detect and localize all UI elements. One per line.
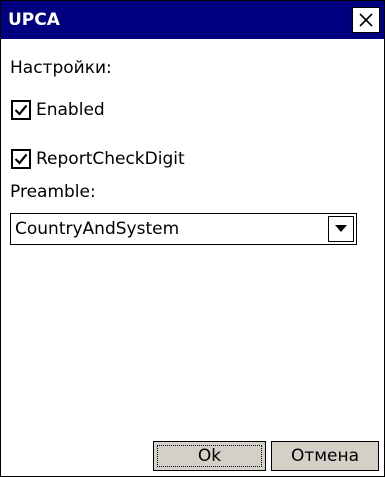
ok-button[interactable]: Ok: [153, 441, 266, 471]
preamble-dropdown[interactable]: CountryAndSystem: [10, 213, 357, 245]
focus-rectangle: [157, 445, 262, 467]
enabled-checkbox[interactable]: [11, 100, 31, 120]
chevron-down-icon: [335, 225, 347, 232]
settings-label: Настройки:: [10, 58, 112, 78]
report-check-digit-checkbox[interactable]: [11, 149, 31, 169]
cancel-button[interactable]: Отмена: [271, 441, 379, 471]
checkmark-icon: [14, 153, 28, 165]
window-title: UPCA: [8, 10, 60, 30]
dropdown-arrow-button[interactable]: [328, 216, 354, 242]
enabled-checkbox-row[interactable]: Enabled: [11, 98, 105, 122]
close-icon: [359, 13, 373, 27]
preamble-label: Preamble:: [10, 182, 96, 202]
enabled-label: Enabled: [36, 100, 105, 120]
report-check-digit-label: ReportCheckDigit: [36, 149, 185, 169]
report-check-digit-checkbox-row[interactable]: ReportCheckDigit: [11, 147, 185, 171]
dialog-window: UPCA Настройки: Enabled ReportCheckDigit…: [0, 0, 385, 477]
title-bar: UPCA: [1, 1, 384, 39]
close-button[interactable]: [352, 7, 380, 33]
preamble-selected-value: CountryAndSystem: [15, 219, 180, 239]
checkmark-icon: [14, 104, 28, 116]
